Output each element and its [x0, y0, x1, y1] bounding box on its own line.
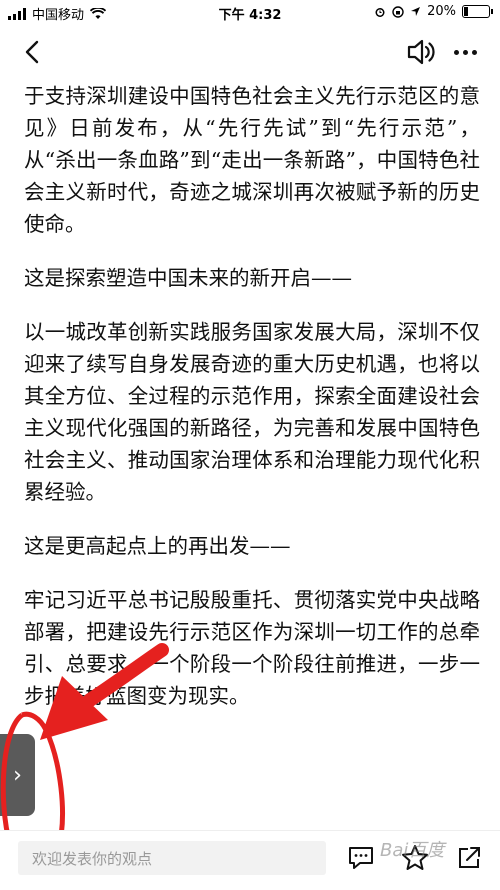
status-bar: 中国移动 下午 4:32 20%	[0, 0, 500, 24]
star-icon	[402, 845, 428, 870]
alarm-icon	[375, 7, 385, 17]
comment-placeholder: 欢迎发表你的观点	[32, 849, 153, 868]
comment-button[interactable]	[346, 843, 376, 873]
article-paragraph: 牢记习近平总书记殷殷重托、贯彻落实党中央战略部署，把建设先行示范区作为深圳一切工…	[24, 588, 480, 708]
battery-percent: 20%	[427, 4, 456, 19]
more-dot-icon	[462, 49, 468, 55]
read-aloud-button[interactable]	[404, 34, 438, 70]
more-options-button[interactable]	[448, 34, 482, 70]
lock-rotation-icon	[392, 5, 404, 18]
share-button[interactable]	[454, 843, 484, 873]
battery-level	[464, 7, 469, 16]
article-paragraph: 以一城改革创新实践服务国家发展大局，深圳不仅迎来了续写自身发展奇迹的重大历史机遇…	[24, 320, 480, 504]
article-body: 于支持深圳建设中国特色社会主义先行示范区的意见》日前发布，从“先行先试”到“先行…	[24, 80, 480, 734]
chevron-left-icon	[25, 40, 39, 64]
status-right: 20%	[374, 4, 493, 19]
more-dot-icon	[453, 49, 459, 55]
location-icon	[411, 7, 421, 16]
more-dot-icon	[471, 49, 477, 55]
back-button[interactable]	[14, 32, 50, 72]
share-icon	[459, 847, 480, 868]
speaker-icon	[407, 39, 435, 65]
side-expand-tab[interactable]: ›	[0, 734, 35, 816]
nav-bar	[0, 24, 500, 80]
battery-icon	[462, 5, 493, 18]
bottom-bar: 欢迎发表你的观点	[0, 830, 500, 880]
comment-icon	[349, 847, 373, 869]
article-paragraph: 这是探索塑造中国未来的新开启——	[24, 266, 352, 290]
favorite-button[interactable]	[400, 843, 430, 873]
chevron-right-icon: ›	[13, 762, 22, 788]
article-paragraph: 于支持深圳建设中国特色社会主义先行示范区的意见》日前发布，从“先行先试”到“先行…	[24, 84, 480, 236]
article-paragraph: 这是更高起点上的再出发——	[24, 534, 291, 558]
comment-input[interactable]: 欢迎发表你的观点	[18, 841, 326, 875]
